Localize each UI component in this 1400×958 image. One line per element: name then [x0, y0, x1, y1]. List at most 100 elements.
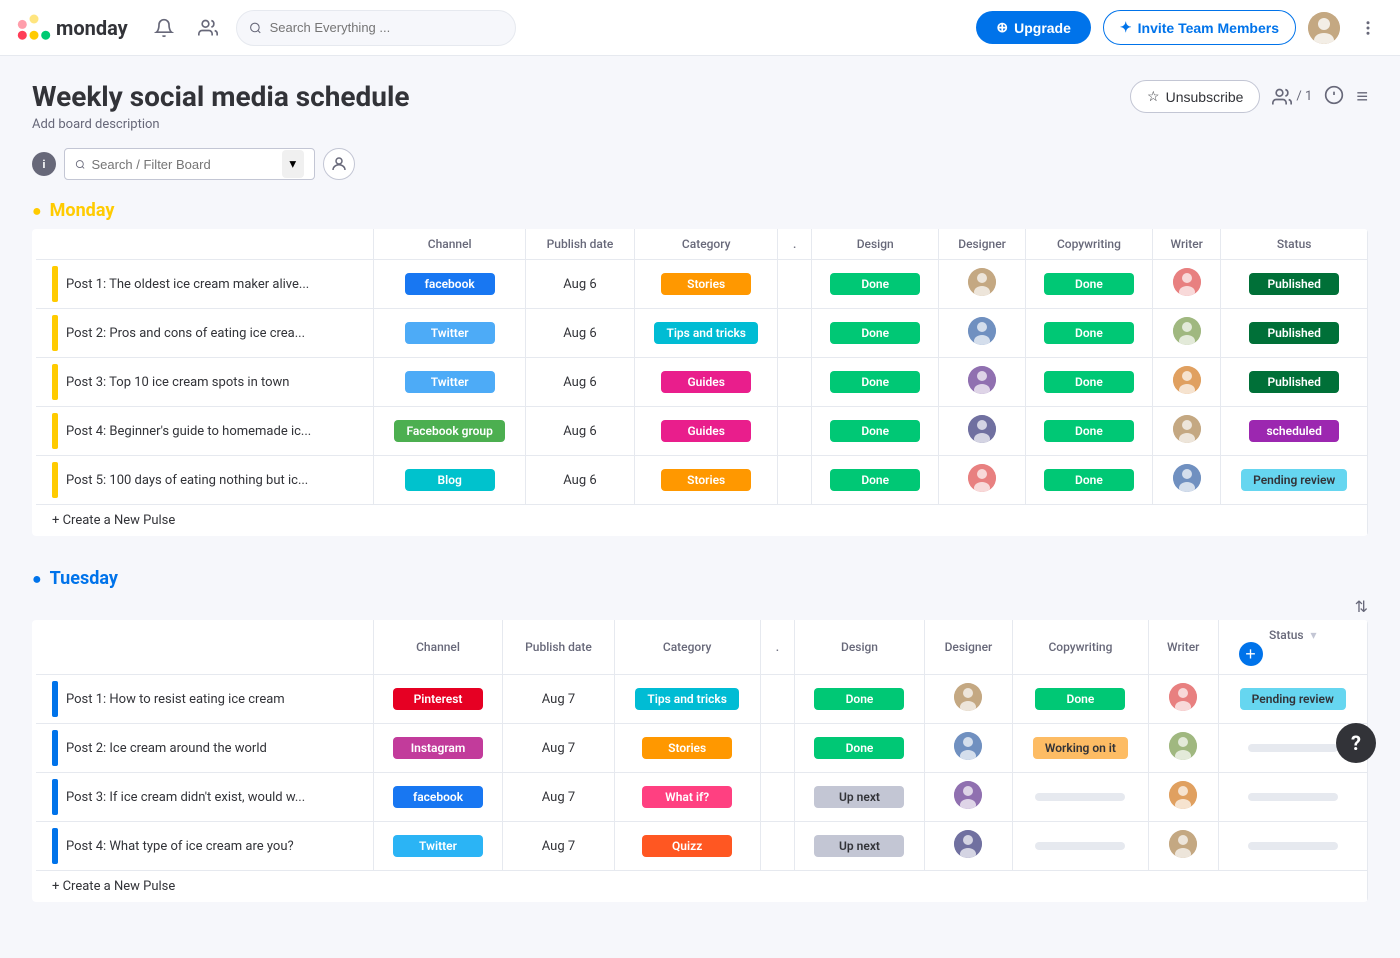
- table-row[interactable]: Post 2: Ice cream around the world Insta…: [34, 724, 1368, 773]
- person-filter-button[interactable]: [323, 148, 355, 180]
- row-copywriting[interactable]: Done: [1025, 358, 1152, 407]
- row-name[interactable]: Post 2: Pros and cons of eating ice crea…: [34, 309, 374, 358]
- row-copywriting[interactable]: Working on it: [1012, 724, 1148, 773]
- row-design[interactable]: Done: [795, 675, 925, 724]
- tuesday-group-toggle[interactable]: ●: [32, 569, 42, 589]
- row-channel[interactable]: facebook: [373, 773, 503, 822]
- row-status[interactable]: Pending review: [1218, 675, 1367, 724]
- row-writer: [1148, 773, 1218, 822]
- row-design[interactable]: Done: [812, 260, 939, 309]
- row-copywriting[interactable]: Done: [1025, 407, 1152, 456]
- row-channel[interactable]: facebook: [374, 260, 526, 309]
- table-row[interactable]: Post 4: Beginner's guide to homemade ic.…: [34, 407, 1368, 456]
- row-channel[interactable]: Twitter: [374, 309, 526, 358]
- help-button[interactable]: ?: [1336, 723, 1376, 763]
- row-category[interactable]: Tips and tricks: [614, 675, 760, 724]
- search-input[interactable]: [270, 20, 503, 35]
- row-design[interactable]: Done: [812, 358, 939, 407]
- row-design[interactable]: Done: [812, 456, 939, 505]
- row-category[interactable]: Guides: [635, 407, 778, 456]
- invite-button[interactable]: ✦ Invite Team Members: [1103, 10, 1296, 45]
- row-name[interactable]: Post 1: The oldest ice cream maker alive…: [34, 260, 374, 309]
- row-copywriting[interactable]: [1012, 822, 1148, 871]
- row-name[interactable]: Post 1: How to resist eating ice cream: [34, 675, 373, 724]
- search-bar[interactable]: [236, 10, 516, 46]
- table-row[interactable]: Post 3: Top 10 ice cream spots in town T…: [34, 358, 1368, 407]
- settings-icon[interactable]: [1352, 12, 1384, 44]
- row-category[interactable]: Guides: [635, 358, 778, 407]
- row-name[interactable]: Post 4: Beginner's guide to homemade ic.…: [34, 407, 374, 456]
- row-name[interactable]: Post 5: 100 days of eating nothing but i…: [34, 456, 374, 505]
- row-copywriting[interactable]: [1012, 773, 1148, 822]
- row-channel[interactable]: Instagram: [373, 724, 503, 773]
- row-design[interactable]: Up next: [795, 773, 925, 822]
- row-category[interactable]: What if?: [614, 773, 760, 822]
- row-status[interactable]: [1218, 822, 1367, 871]
- row-design[interactable]: Done: [812, 309, 939, 358]
- table-row[interactable]: Post 3: If ice cream didn't exist, would…: [34, 773, 1368, 822]
- row-date: Aug 7: [503, 724, 614, 773]
- tuesday-group-title[interactable]: Tuesday: [50, 568, 118, 589]
- monday-group-title[interactable]: Monday: [50, 200, 115, 221]
- logo[interactable]: monday: [16, 10, 128, 46]
- user-avatar[interactable]: [1308, 12, 1340, 44]
- new-pulse-label[interactable]: + Create a New Pulse: [34, 505, 1368, 537]
- row-category[interactable]: Stories: [635, 456, 778, 505]
- new-pulse-label[interactable]: + Create a New Pulse: [34, 871, 1368, 903]
- table-row[interactable]: Post 4: What type of ice cream are you? …: [34, 822, 1368, 871]
- members-button[interactable]: / 1: [1272, 87, 1312, 107]
- notification-icon[interactable]: [148, 12, 180, 44]
- row-name[interactable]: Post 4: What type of ice cream are you?: [34, 822, 373, 871]
- board-menu-icon[interactable]: ≡: [1356, 84, 1368, 109]
- row-copywriting[interactable]: Done: [1025, 260, 1152, 309]
- row-copywriting[interactable]: Done: [1025, 456, 1152, 505]
- table-row[interactable]: Post 2: Pros and cons of eating ice crea…: [34, 309, 1368, 358]
- unsubscribe-button[interactable]: ☆ Unsubscribe: [1130, 80, 1260, 113]
- filter-input[interactable]: [91, 157, 275, 172]
- status-sort-icon[interactable]: ▾: [1311, 628, 1317, 642]
- row-status[interactable]: Published: [1221, 260, 1368, 309]
- row-name[interactable]: Post 2: Ice cream around the world: [34, 724, 373, 773]
- monday-group-toggle[interactable]: ●: [32, 201, 42, 221]
- sort-icon[interactable]: ⇅: [1355, 597, 1368, 616]
- info-button[interactable]: i: [32, 152, 56, 176]
- row-date: Aug 7: [503, 773, 614, 822]
- upgrade-button[interactable]: ⊕ Upgrade: [976, 11, 1091, 44]
- filter-dropdown-button[interactable]: ▾: [282, 150, 305, 178]
- table-row[interactable]: Post 1: The oldest ice cream maker alive…: [34, 260, 1368, 309]
- row-name[interactable]: Post 3: Top 10 ice cream spots in town: [34, 358, 374, 407]
- row-channel[interactable]: Blog: [374, 456, 526, 505]
- row-channel[interactable]: Twitter: [374, 358, 526, 407]
- search-filter[interactable]: ▾: [64, 148, 315, 180]
- row-category[interactable]: Stories: [635, 260, 778, 309]
- avatar: [1173, 464, 1201, 492]
- row-channel[interactable]: Pinterest: [373, 675, 503, 724]
- row-status[interactable]: [1218, 773, 1367, 822]
- row-design[interactable]: Up next: [795, 822, 925, 871]
- table-row[interactable]: Post 5: 100 days of eating nothing but i…: [34, 456, 1368, 505]
- row-status[interactable]: Published: [1221, 309, 1368, 358]
- row-design[interactable]: Done: [812, 407, 939, 456]
- new-pulse-row[interactable]: + Create a New Pulse: [34, 505, 1368, 537]
- new-pulse-row[interactable]: + Create a New Pulse: [34, 871, 1368, 903]
- avatar: [1169, 683, 1197, 711]
- row-design[interactable]: Done: [795, 724, 925, 773]
- board-description[interactable]: Add board description: [32, 117, 410, 132]
- row-channel[interactable]: Facebook group: [374, 407, 526, 456]
- board-notifications-icon[interactable]: [1324, 85, 1344, 109]
- row-category[interactable]: Tips and tricks: [635, 309, 778, 358]
- tue-add-column-button[interactable]: +: [1239, 642, 1263, 666]
- row-status[interactable]: scheduled: [1221, 407, 1368, 456]
- row-category[interactable]: Stories: [614, 724, 760, 773]
- tue-col-publish-date: Publish date: [503, 620, 614, 675]
- row-channel[interactable]: Twitter: [373, 822, 503, 871]
- row-name[interactable]: Post 3: If ice cream didn't exist, would…: [34, 773, 373, 822]
- col-publish-date: Publish date: [525, 229, 634, 260]
- row-copywriting[interactable]: Done: [1025, 309, 1152, 358]
- table-row[interactable]: Post 1: How to resist eating ice cream P…: [34, 675, 1368, 724]
- row-category[interactable]: Quizz: [614, 822, 760, 871]
- row-copywriting[interactable]: Done: [1012, 675, 1148, 724]
- row-status[interactable]: Pending review: [1221, 456, 1368, 505]
- people-icon[interactable]: [192, 12, 224, 44]
- row-status[interactable]: Published: [1221, 358, 1368, 407]
